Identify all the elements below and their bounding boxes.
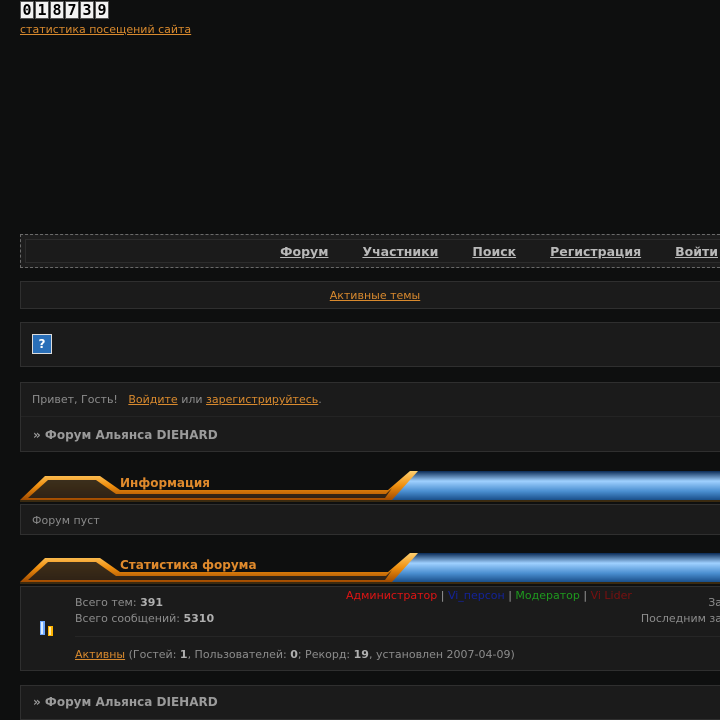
active-topics-link[interactable]: Активные темы xyxy=(330,289,421,302)
group-legend: Администратор | Vi_персон | Модератор | … xyxy=(346,589,632,602)
navbar-inner: Форум Участники Поиск Регистрация Войти xyxy=(25,239,720,263)
total-topics: Всего тем: 391 xyxy=(75,596,163,609)
divider xyxy=(21,416,720,417)
counter-digit: 8 xyxy=(50,1,64,19)
legend-lider: Vi Lider xyxy=(590,589,632,602)
total-messages: Всего сообщений: 5310 xyxy=(75,612,214,625)
total-topics-value: 391 xyxy=(140,596,164,609)
counter-digit: 0 xyxy=(20,1,34,19)
stats-title: Статистика форума xyxy=(120,558,257,572)
greeting-line: Привет, Гость! Войдите или зарегистрируй… xyxy=(32,393,322,406)
visit-counter: 0 1 8 7 3 9 xyxy=(20,1,109,19)
greeting-suffix: . xyxy=(318,393,322,406)
legend-separator: | xyxy=(583,589,588,602)
last-registered-text: Последним зар xyxy=(640,612,720,625)
main-navbar: Форум Участники Поиск Регистрация Войти xyxy=(20,234,720,268)
breadcrumb: » Форум Альянса DIEHARD xyxy=(33,695,218,709)
record-label: ; Рекорд: xyxy=(297,648,351,661)
active-users-row: Активны (Гостей: 1, Пользователей: 0; Ре… xyxy=(75,648,515,661)
users-value: 0 xyxy=(290,648,298,661)
greeting-panel: Привет, Гость! Войдите или зарегистрируй… xyxy=(20,382,720,452)
help-icon[interactable]: ? xyxy=(32,334,52,354)
nav-members[interactable]: Участники xyxy=(362,244,438,259)
total-messages-value: 5310 xyxy=(183,612,215,625)
stats-category-header: Статистика форума xyxy=(20,550,720,584)
breadcrumb: » Форум Альянса DIEHARD xyxy=(33,428,218,442)
guests-value: 1 xyxy=(179,648,188,661)
greeting-text: Привет, Гость! xyxy=(32,393,118,406)
register-link[interactable]: зарегистрируйтесь xyxy=(206,393,318,406)
forum-empty-text: Форум пуст xyxy=(32,514,100,527)
counter-digit: 9 xyxy=(95,1,109,19)
stats-body: Всего тем: 391 Всего сообщений: 5310 Адм… xyxy=(20,586,720,671)
info-body: Форум пуст xyxy=(20,504,720,535)
total-messages-label: Всего сообщений: xyxy=(75,612,180,625)
divider xyxy=(75,636,720,637)
record-date: , установлен 2007-04-09) xyxy=(368,648,515,661)
users-label: , Пользователей: xyxy=(187,648,287,661)
visit-stats-link[interactable]: статистика посещений сайта xyxy=(20,23,191,36)
nav-search[interactable]: Поиск xyxy=(472,244,516,259)
active-users-link[interactable]: Активны xyxy=(75,648,125,661)
legend-vip: Vi_персон xyxy=(447,589,505,602)
legend-separator: | xyxy=(440,589,445,602)
total-topics-label: Всего тем: xyxy=(75,596,137,609)
guests-label: (Гостей: xyxy=(128,648,177,661)
help-panel: ? xyxy=(20,322,720,367)
record-value: 19 xyxy=(353,648,369,661)
legend-moderator: Модератор xyxy=(515,589,580,602)
stats-icon xyxy=(40,621,53,636)
nav-register[interactable]: Регистрация xyxy=(550,244,641,259)
info-title: Информация xyxy=(120,476,210,490)
bottom-breadcrumb-panel: » Форум Альянса DIEHARD xyxy=(20,685,720,720)
nav-login[interactable]: Войти xyxy=(675,244,718,259)
greeting-or: или xyxy=(181,393,203,406)
nav-forum[interactable]: Форум xyxy=(280,244,328,259)
counter-digit: 3 xyxy=(80,1,94,19)
login-link[interactable]: Войдите xyxy=(128,393,177,406)
counter-digit: 1 xyxy=(35,1,49,19)
registered-text: Зар xyxy=(708,596,720,609)
active-topics-bar: Активные темы xyxy=(20,281,720,309)
legend-separator: | xyxy=(508,589,512,602)
counter-digit: 7 xyxy=(65,1,79,19)
legend-admin: Администратор xyxy=(346,589,438,602)
info-category-header: Информация xyxy=(20,468,720,502)
